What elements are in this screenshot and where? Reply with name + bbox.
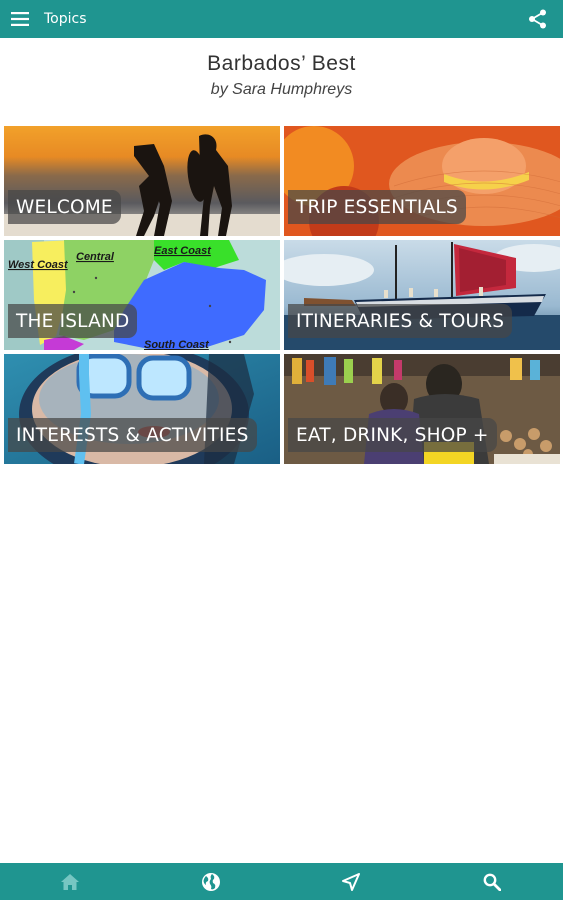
globe-icon <box>202 872 220 891</box>
tile-label: INTERESTS & ACTIVITIES <box>8 418 257 452</box>
bottom-navigation <box>0 863 563 900</box>
top-app-bar: Topics <box>0 0 563 38</box>
nav-globe-button[interactable] <box>181 863 241 900</box>
navigation-icon <box>342 872 360 891</box>
menu-button[interactable] <box>0 0 40 38</box>
map-label-west: West Coast <box>8 259 69 271</box>
tile-label: WELCOME <box>8 190 121 224</box>
page-title: Barbados’ Best <box>207 52 356 75</box>
nav-home-button[interactable] <box>40 863 100 900</box>
book-header: Barbados’ Best by Sara Humphreys <box>0 52 563 99</box>
tile-label: TRIP ESSENTIALS <box>288 190 466 224</box>
topic-tile-eat-drink-shop[interactable]: EAT, DRINK, SHOP + <box>284 354 560 464</box>
search-icon <box>483 873 501 891</box>
home-icon <box>61 873 79 890</box>
author-byline: by Sara Humphreys <box>210 81 353 98</box>
share-icon <box>529 9 546 29</box>
share-button[interactable] <box>527 8 549 30</box>
topic-tile-itineraries-tours[interactable]: ITINERARIES & TOURS <box>284 240 560 350</box>
tile-label: THE ISLAND <box>8 304 138 338</box>
topic-tile-welcome[interactable]: WELCOME <box>4 126 280 236</box>
tile-label: EAT, DRINK, SHOP + <box>288 418 497 452</box>
map-label-east: East Coast <box>154 245 212 257</box>
topic-tile-interests-activities[interactable]: INTERESTS & ACTIVITIES <box>4 354 280 464</box>
topics-grid: WELCOME TRIP ESSENTIALS West Coast Centr… <box>4 126 560 464</box>
map-label-south: South Coast <box>144 339 210 350</box>
map-label-central: Central <box>76 251 115 263</box>
menu-icon <box>11 12 29 26</box>
nav-directions-button[interactable] <box>321 863 381 900</box>
nav-search-button[interactable] <box>462 863 522 900</box>
tile-label: ITINERARIES & TOURS <box>288 304 513 338</box>
toolbar-title: Topics <box>44 11 87 27</box>
topic-tile-trip-essentials[interactable]: TRIP ESSENTIALS <box>284 126 560 236</box>
topic-tile-the-island[interactable]: West Coast Central East Coast South Coas… <box>4 240 280 350</box>
